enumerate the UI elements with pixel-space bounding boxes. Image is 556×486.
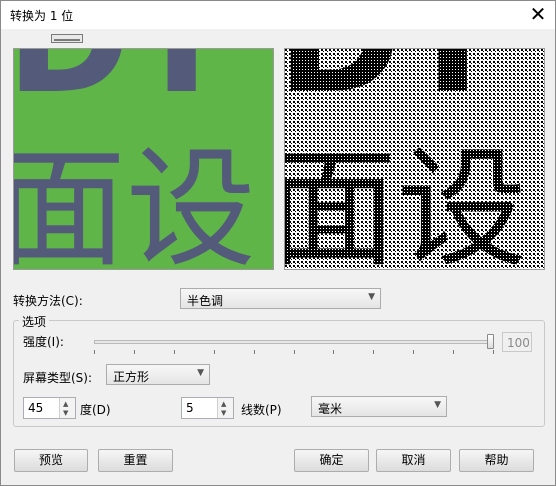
slider-tick: [493, 350, 494, 354]
ok-button[interactable]: 确定: [294, 449, 369, 472]
convert-to-1bit-dialog: 转换为 1 位 ✕ DT 面设 DT 面设: [0, 0, 556, 486]
slider-tick: [174, 350, 175, 354]
unit-select[interactable]: 毫米 ▼: [311, 396, 447, 417]
conversion-method-select[interactable]: 半色调 ▼: [180, 288, 381, 309]
original-preview: DT 面设: [13, 48, 274, 270]
slider-tick: [94, 350, 95, 354]
slider-tick: [373, 350, 374, 354]
close-icon[interactable]: ✕: [527, 3, 549, 25]
angle-label: 度(D): [80, 403, 111, 417]
title-bar: 转换为 1 位 ✕: [1, 1, 555, 29]
angle-spin-buttons[interactable]: ▲ ▼: [59, 398, 75, 418]
lines-spin-buttons[interactable]: ▲ ▼: [217, 398, 233, 418]
chevron-down-icon: ▼: [368, 292, 375, 302]
chevron-down-icon: ▼: [197, 368, 204, 378]
spin-down-icon[interactable]: ▼: [221, 409, 226, 417]
screen-type-value: 正方形: [113, 370, 150, 384]
lines-stepper[interactable]: 5 ▲ ▼: [181, 397, 234, 419]
screen-type-label: 屏幕类型(S):: [23, 371, 93, 385]
intensity-label: 强度(I):: [23, 335, 64, 349]
options-group-title: 选项: [19, 313, 50, 330]
original-preview-image: DT 面设: [14, 49, 256, 270]
spin-up-icon[interactable]: ▲: [63, 400, 68, 408]
unit-value: 毫米: [318, 402, 343, 416]
slider-tick: [453, 350, 454, 354]
preview-toggle-tab[interactable]: [51, 34, 83, 43]
slider-tick: [294, 350, 295, 354]
lines-label: 线数(P): [241, 403, 282, 417]
slider-tick: [214, 350, 215, 354]
intensity-value: 100: [507, 336, 530, 350]
spin-down-icon[interactable]: ▼: [63, 409, 68, 417]
cancel-button[interactable]: 取消: [376, 449, 451, 472]
angle-stepper[interactable]: 45 ▲ ▼: [23, 397, 76, 419]
slider-tick: [254, 350, 255, 354]
preview-button[interactable]: 预览: [14, 449, 88, 472]
slider-tick: [134, 350, 135, 354]
conversion-method-label: 转换方法(C):: [13, 294, 83, 308]
spin-up-icon[interactable]: ▲: [221, 400, 226, 408]
halftone-bottom-chars: 面设: [285, 133, 527, 270]
intensity-slider-thumb[interactable]: [487, 334, 494, 349]
angle-value: 45: [28, 401, 44, 415]
slider-tick: [333, 350, 334, 354]
intensity-slider-track[interactable]: [94, 340, 494, 344]
conversion-method-value: 半色调: [187, 294, 224, 308]
screen-type-select[interactable]: 正方形 ▼: [106, 364, 210, 385]
result-preview-image: DT 面设: [285, 49, 544, 270]
intensity-value-box: 100: [502, 332, 532, 352]
preview-bottom-chars: 面设: [14, 133, 256, 270]
halftone-top-chars: DT: [285, 49, 504, 127]
preview-top-chars: DT: [14, 49, 233, 127]
reset-button[interactable]: 重置: [98, 449, 173, 472]
dialog-title: 转换为 1 位: [10, 9, 74, 23]
chevron-down-icon: ▼: [434, 400, 441, 410]
result-preview: DT 面设: [284, 48, 545, 270]
slider-tick: [413, 350, 414, 354]
lines-value: 5: [186, 401, 194, 415]
help-button[interactable]: 帮助: [459, 449, 534, 472]
